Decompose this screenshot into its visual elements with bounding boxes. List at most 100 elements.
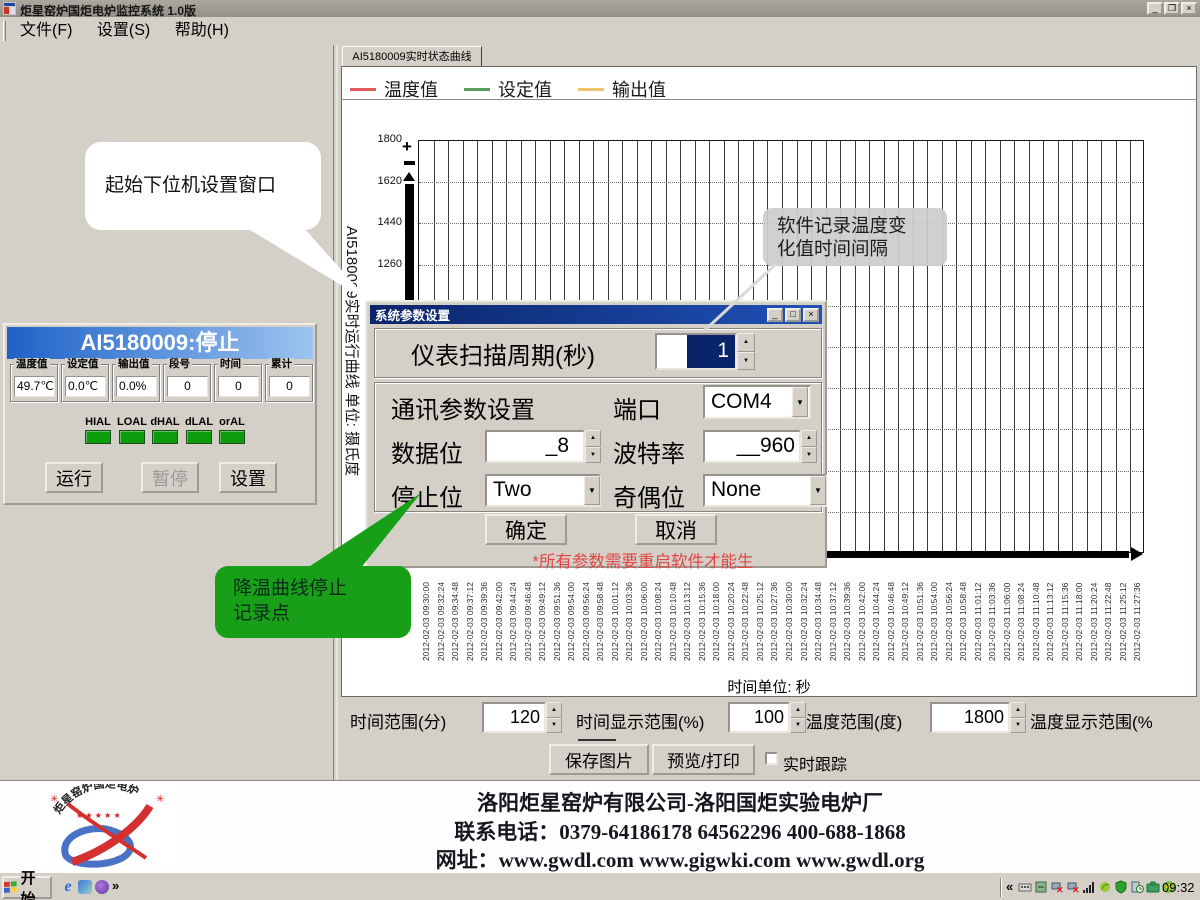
x-axis-tick-label: 2012-02-03 10:22:48 (740, 582, 750, 661)
svg-text:✳: ✳ (156, 794, 164, 805)
x-axis-tick-label: 2012-02-03 10:18:00 (711, 582, 721, 661)
tray-clock[interactable]: 09:32 (1162, 880, 1195, 895)
save-image-button[interactable]: 保存图片 (549, 744, 649, 775)
parity-combobox[interactable]: None (703, 474, 827, 507)
x-axis-tick-label: 2012-02-03 09:30:00 (421, 582, 431, 661)
preview-print-button[interactable]: 预览/打印 (652, 744, 755, 775)
stopbits-dropdown-arrow[interactable]: ▼ (584, 476, 600, 505)
port-dropdown-arrow[interactable]: ▼ (792, 387, 808, 417)
x-axis-tick-label: 2012-02-03 10:06:00 (639, 582, 649, 661)
run-button[interactable]: 运行 (45, 462, 103, 493)
x-axis-unit: 时间单位: 秒 (341, 676, 1197, 697)
scheduler-icon[interactable] (1130, 880, 1144, 894)
leaf-icon[interactable] (1098, 880, 1112, 894)
databits-input[interactable]: _8 (485, 430, 585, 463)
keyboard-icon[interactable] (1018, 880, 1032, 894)
x-axis-tick-label: 2012-02-03 10:01:12 (610, 582, 620, 661)
callout-start-window-text: 起始下位机设置窗口 (105, 173, 276, 198)
field-label-time: 时间 (218, 358, 243, 370)
y-tick-1260: 1260 (372, 258, 402, 270)
y-axis-label: AI5180009实时运行曲线 单位: 摄氏度 (342, 226, 363, 476)
x-axis-tick-label: 2012-02-03 10:32:24 (799, 582, 809, 661)
scroll-up-arrow[interactable] (403, 172, 415, 181)
dialog-close-button[interactable]: × (803, 308, 819, 322)
start-button[interactable]: 开始 (2, 876, 52, 899)
quick-launch-overflow-chevron[interactable]: » (112, 878, 119, 893)
databits-spinner[interactable]: ▲▼ (585, 430, 601, 463)
taskbar: 开始 e » 未命名 - 画图 C:\Documents and Se... 炬… (0, 872, 1200, 900)
monitor-titlebar[interactable]: AI5180009:停止 (7, 327, 313, 359)
minimize-button[interactable]: _ (1147, 2, 1163, 15)
scroll-right-arrow[interactable] (1131, 547, 1143, 561)
dialog-minimize-button[interactable]: _ (767, 308, 783, 322)
ok-button[interactable]: 确定 (485, 514, 567, 545)
dialog-titlebar[interactable]: 系统参数设置 _ □ × (370, 305, 822, 324)
led-label-oral: orAL (217, 416, 247, 428)
time-display-spinner[interactable]: ▲▼ (790, 702, 806, 733)
footer: 炬星窑炉国炬电炉 ✳✳ ★ ★ ★ ★ ★ 洛阳炬星窑炉有限公司-洛阳国炬实验电… (0, 780, 1200, 872)
comm-params-label: 通讯参数设置 (391, 390, 535, 425)
restore-button[interactable]: ❐ (1164, 2, 1180, 15)
temperature-value: 49.7℃ (14, 376, 55, 397)
wireless-disconnected-icon[interactable]: ✕ (1066, 880, 1080, 894)
shield-icon[interactable] (1114, 880, 1128, 894)
x-axis-tick-label: 2012-02-03 11:18:00 (1074, 583, 1084, 661)
setup-button[interactable]: 设置 (219, 462, 277, 493)
signal-bars-icon[interactable] (1082, 880, 1096, 894)
time-range-input[interactable]: 120 (482, 702, 546, 733)
stopbits-label: 停止位 (391, 478, 463, 513)
realtime-track-label: 实时跟踪 (783, 751, 847, 775)
x-axis-tick-label: 2012-02-03 09:42:00 (494, 582, 504, 661)
cancel-button[interactable]: 取消 (635, 514, 717, 545)
temp-range-input[interactable]: 1800 (930, 702, 1010, 733)
callout-record-interval-line1: 软件记录温度变 (777, 214, 947, 237)
close-button[interactable]: × (1181, 2, 1197, 15)
legend-separator (341, 99, 1197, 100)
baud-input[interactable]: __960 (703, 430, 801, 463)
dialog-maximize-button[interactable]: □ (785, 308, 801, 322)
menu-help[interactable]: 帮助(H) (165, 17, 239, 44)
scan-period-input[interactable]: 1 (655, 333, 737, 370)
msn-icon[interactable] (95, 880, 109, 894)
x-axis-tick-label: 2012-02-03 11:25:12 (1118, 583, 1128, 661)
parity-dropdown-arrow[interactable]: ▼ (810, 476, 826, 505)
zoom-in-button[interactable]: + (402, 137, 418, 155)
x-axis-tick-label: 2012-02-03 09:32:24 (436, 582, 446, 661)
x-axis-tick-label: 2012-02-03 10:08:24 (653, 582, 663, 661)
x-axis-tick-label: 2012-02-03 09:37:12 (465, 582, 475, 661)
x-axis-tick-label: 2012-02-03 09:56:24 (581, 582, 591, 661)
network-disconnected-icon[interactable]: ✕ (1050, 880, 1064, 894)
menu-file[interactable]: 文件(F) (10, 17, 82, 44)
toolbox-icon[interactable] (1146, 880, 1160, 894)
x-axis-tick-label: 2012-02-03 10:10:48 (668, 582, 678, 661)
x-axis-tick-label: 2012-02-03 09:34:48 (450, 582, 460, 661)
scan-period-selected-value: 1 (687, 335, 735, 368)
x-axis-tick-label: 2012-02-03 11:20:24 (1089, 583, 1099, 661)
scan-period-spinner[interactable]: ▲▼ (737, 333, 755, 370)
tab-realtime-curve[interactable]: AI5180009实时状态曲线 (342, 46, 482, 67)
baud-spinner[interactable]: ▲▼ (801, 430, 817, 463)
led-label-hial: HIAL (83, 416, 113, 428)
setpoint-value: 0.0℃ (65, 376, 106, 397)
stray-underline-mark (578, 739, 616, 741)
temp-range-spinner[interactable]: ▲▼ (1010, 702, 1026, 733)
media-player-icon[interactable] (78, 880, 92, 894)
parity-label: 奇偶位 (613, 478, 685, 513)
tray-chevron[interactable]: « (1006, 879, 1013, 894)
window-titlebar: 炬星窑炉国炬电炉监控系统 1.0版 _ ❐ × (0, 0, 1200, 17)
footer-website: 网址：www.gwdl.com www.gigwki.com www.gwdl.… (200, 844, 1160, 874)
menu-settings[interactable]: 设置(S) (87, 17, 160, 44)
y-tick-1800: 1800 (372, 133, 402, 145)
x-axis-tick-label: 2012-02-03 10:15:36 (697, 582, 707, 661)
time-display-input[interactable]: 100 (728, 702, 790, 733)
ie-icon[interactable]: e (60, 879, 76, 895)
x-axis-tick-label: 2012-02-03 10:30:00 (784, 582, 794, 661)
tray-icons: ✕ ✕ (1018, 880, 1178, 894)
eudc-icon[interactable] (1034, 880, 1048, 894)
pause-button[interactable]: 暂停 (141, 462, 199, 493)
time-range-spinner[interactable]: ▲▼ (546, 702, 562, 733)
realtime-track-checkbox[interactable] (765, 752, 778, 765)
zoom-out-button[interactable] (404, 161, 415, 165)
x-axis-tick-label: 2012-02-03 10:27:36 (769, 582, 779, 661)
x-axis-tick-label: 2012-02-03 09:44:24 (508, 582, 518, 661)
